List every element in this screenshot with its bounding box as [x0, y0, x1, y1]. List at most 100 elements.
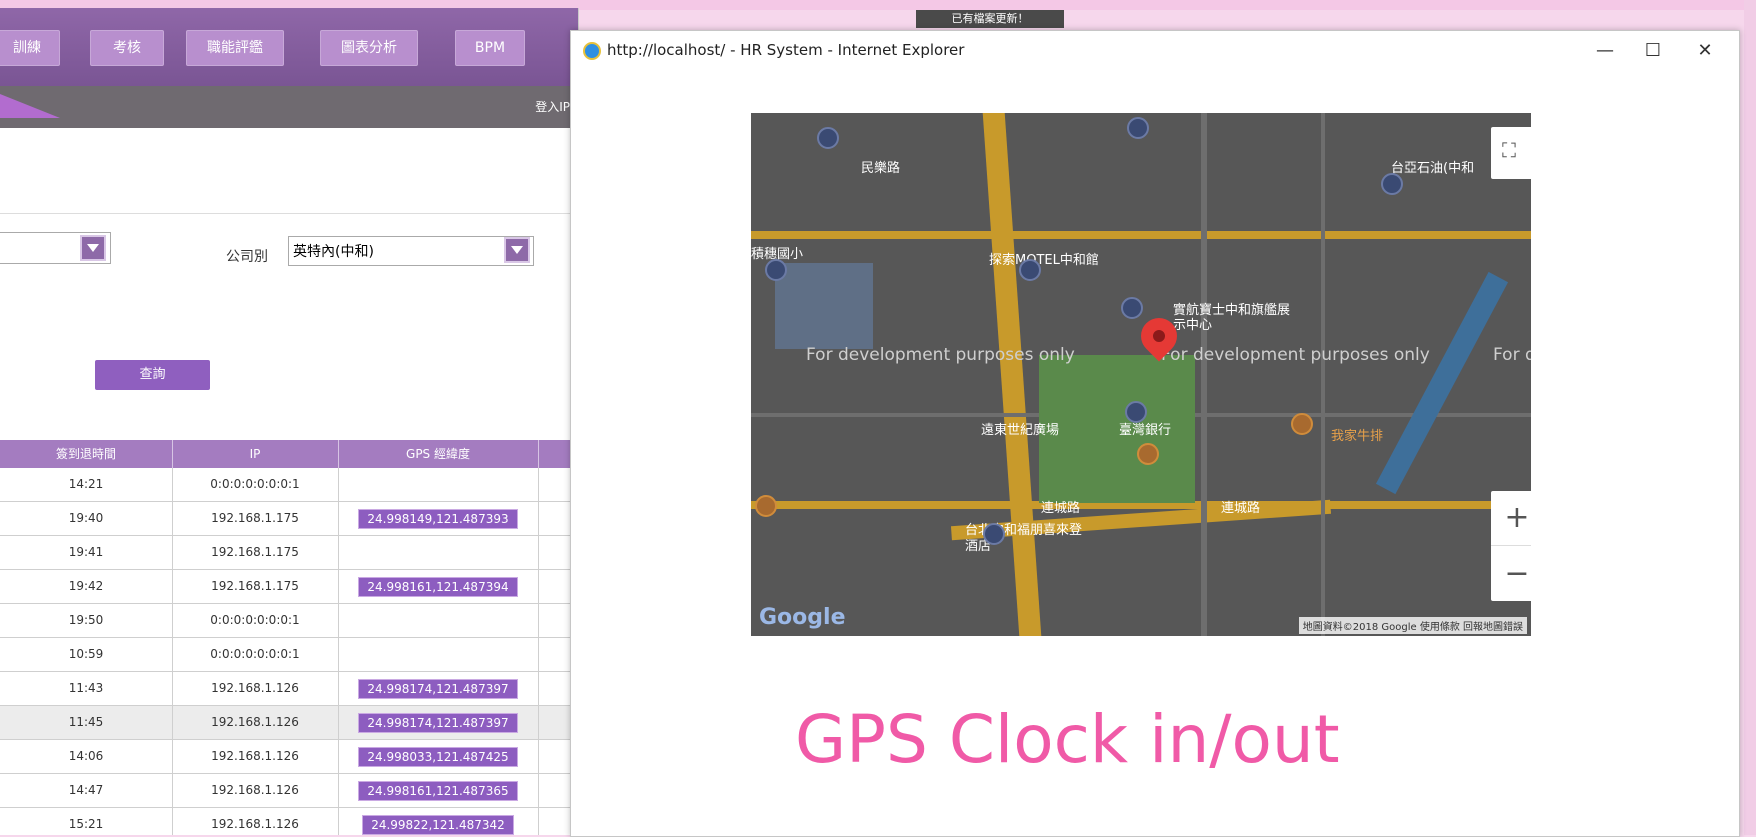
table-row[interactable]: 11:43 192.168.1.126 24.998174,121.487397: [0, 672, 578, 706]
cell-gps: 24.998174,121.487397: [338, 672, 539, 705]
map-poi-icon[interactable]: [983, 523, 1005, 545]
table-row[interactable]: 14:21 0:0:0:0:0:0:0:1: [0, 468, 578, 502]
table-row[interactable]: 15:21 192.168.1.126 24.99822,121.487342: [0, 808, 578, 835]
cell-ip: 192.168.1.126: [172, 706, 339, 739]
map-river: [1375, 271, 1509, 495]
map-poi-icon[interactable]: [1019, 259, 1041, 281]
chevron-down-icon[interactable]: [504, 237, 530, 263]
divider: [0, 213, 578, 214]
cell-gps: 24.998033,121.487425: [338, 740, 539, 773]
google-map[interactable]: For development purposes only For develo…: [751, 113, 1531, 636]
cell-gps: [338, 638, 539, 671]
close-button[interactable]: ✕: [1683, 35, 1727, 67]
cell-time: 10:59: [0, 638, 173, 671]
nav-item-bpm[interactable]: BPM: [455, 30, 525, 66]
map-school-area: [775, 263, 873, 349]
map-label: 台北中和福朋喜來登酒店: [965, 523, 1083, 554]
cell-ip: 0:0:0:0:0:0:0:1: [172, 468, 339, 501]
table-row[interactable]: 14:06 192.168.1.126 24.998033,121.487425: [0, 740, 578, 774]
update-notice-banner: 已有檔案更新！: [916, 10, 1064, 28]
cell-time: 14:47: [0, 774, 173, 807]
chevron-down-icon[interactable]: [80, 235, 106, 261]
column-header-gps: GPS 經緯度: [338, 440, 539, 468]
gps-coordinates-link[interactable]: 24.998174,121.487397: [358, 679, 518, 699]
nav-item-review[interactable]: 考核: [90, 30, 164, 66]
map-label: 臺灣銀行: [1119, 423, 1172, 438]
dev-watermark: For development purposes only: [1161, 345, 1430, 365]
map-label: 連城路: [1221, 501, 1261, 516]
table-header: 簽到退時間 IP GPS 經緯度: [0, 440, 578, 468]
gps-coordinates-link[interactable]: 24.998033,121.487425: [358, 747, 518, 767]
fullscreen-button[interactable]: ⛶: [1491, 127, 1531, 179]
map-plaza-area: [1039, 355, 1195, 503]
cell-ip: 0:0:0:0:0:0:0:1: [172, 638, 339, 671]
internet-explorer-icon: [583, 42, 601, 60]
table-row[interactable]: 11:45 192.168.1.126 24.998174,121.487397: [0, 706, 578, 740]
gps-coordinates-link[interactable]: 24.998161,121.487394: [358, 577, 518, 597]
table-row[interactable]: 19:50 0:0:0:0:0:0:0:1: [0, 604, 578, 638]
table-row[interactable]: 19:41 192.168.1.175: [0, 536, 578, 570]
window-title: http://localhost/ - HR System - Internet…: [607, 41, 965, 59]
map-poi-icon[interactable]: [1137, 443, 1159, 465]
cell-ip: 192.168.1.126: [172, 774, 339, 807]
gps-coordinates-link[interactable]: 24.998149,121.487393: [358, 509, 518, 529]
map-label: 遠東世紀廣場: [981, 423, 1060, 438]
map-road-expressway: [982, 113, 1042, 636]
cell-time: 19:40: [0, 502, 173, 535]
maximize-button[interactable]: ☐: [1631, 35, 1675, 67]
map-poi-icon[interactable]: [1121, 297, 1143, 319]
map-attribution[interactable]: 地圖資料©2018 Google 使用條款 回報地圖錯誤: [1298, 617, 1527, 634]
map-poi-icon[interactable]: [765, 259, 787, 281]
dev-watermark: For development purposes only: [806, 345, 1075, 365]
map-poi-icon[interactable]: [1125, 401, 1147, 423]
map-poi-icon[interactable]: [755, 495, 777, 517]
cell-gps: 24.998161,121.487394: [338, 570, 539, 603]
nav-item-competency[interactable]: 職能評鑑: [186, 30, 284, 66]
map-road-minle: [751, 231, 1531, 239]
nav-item-charts[interactable]: 圖表分析: [320, 30, 418, 66]
cell-gps: 24.998149,121.487393: [338, 502, 539, 535]
map-label: 台亞石油(中和: [1391, 161, 1475, 176]
cell-time: 14:21: [0, 468, 173, 501]
nav-item-training[interactable]: 訓練: [0, 30, 60, 66]
google-logo: Google: [759, 605, 846, 630]
map-street: [1201, 113, 1207, 636]
query-button[interactable]: 查詢: [95, 360, 210, 390]
gps-coordinates-link[interactable]: 24.998161,121.487365: [358, 781, 518, 801]
cell-time: 19:42: [0, 570, 173, 603]
map-poi-icon[interactable]: [1381, 173, 1403, 195]
cell-gps: 24.998161,121.487365: [338, 774, 539, 807]
background-hr-app: 訓練 考核 職能評鑑 圖表分析 BPM 登入IP 公司別 英特內(中和) 查詢 …: [0, 8, 579, 835]
top-nav: 訓練 考核 職能評鑑 圖表分析 BPM: [0, 8, 578, 86]
zoom-out-button[interactable]: −: [1491, 547, 1531, 601]
cell-ip: 192.168.1.126: [172, 740, 339, 773]
cell-gps: 24.99822,121.487342: [338, 808, 539, 835]
login-ip-label: 登入IP: [535, 100, 570, 114]
map-label: 連城路: [1041, 501, 1081, 516]
zoom-in-button[interactable]: +: [1491, 491, 1531, 545]
company-label: 公司別: [226, 249, 268, 265]
company-select[interactable]: 英特內(中和): [288, 236, 534, 266]
cell-gps: [338, 536, 539, 569]
cell-ip: 192.168.1.175: [172, 570, 339, 603]
table-row[interactable]: 19:40 192.168.1.175 24.998149,121.487393: [0, 502, 578, 536]
login-info-bar: 登入IP: [0, 86, 578, 128]
cell-ip: 192.168.1.175: [172, 536, 339, 569]
zoom-divider: [1491, 545, 1531, 546]
table-row[interactable]: 14:47 192.168.1.126 24.998161,121.487365: [0, 774, 578, 808]
cell-time: 11:43: [0, 672, 173, 705]
table-row[interactable]: 10:59 0:0:0:0:0:0:0:1: [0, 638, 578, 672]
map-poi-icon[interactable]: [1291, 413, 1313, 435]
minimize-button[interactable]: —: [1583, 35, 1627, 67]
table-row[interactable]: 19:42 192.168.1.175 24.998161,121.487394: [0, 570, 578, 604]
map-label: 探索MOTEL中和館: [989, 253, 1099, 268]
map-label: 民樂路: [861, 161, 901, 176]
gps-coordinates-link[interactable]: 24.99822,121.487342: [362, 815, 514, 835]
map-poi-icon[interactable]: [817, 127, 839, 149]
cell-ip: 192.168.1.126: [172, 808, 339, 835]
gps-coordinates-link[interactable]: 24.998174,121.487397: [358, 713, 518, 733]
cell-time: 14:06: [0, 740, 173, 773]
cell-time: 19:50: [0, 604, 173, 637]
cell-ip: 0:0:0:0:0:0:0:1: [172, 604, 339, 637]
map-poi-icon[interactable]: [1127, 117, 1149, 139]
